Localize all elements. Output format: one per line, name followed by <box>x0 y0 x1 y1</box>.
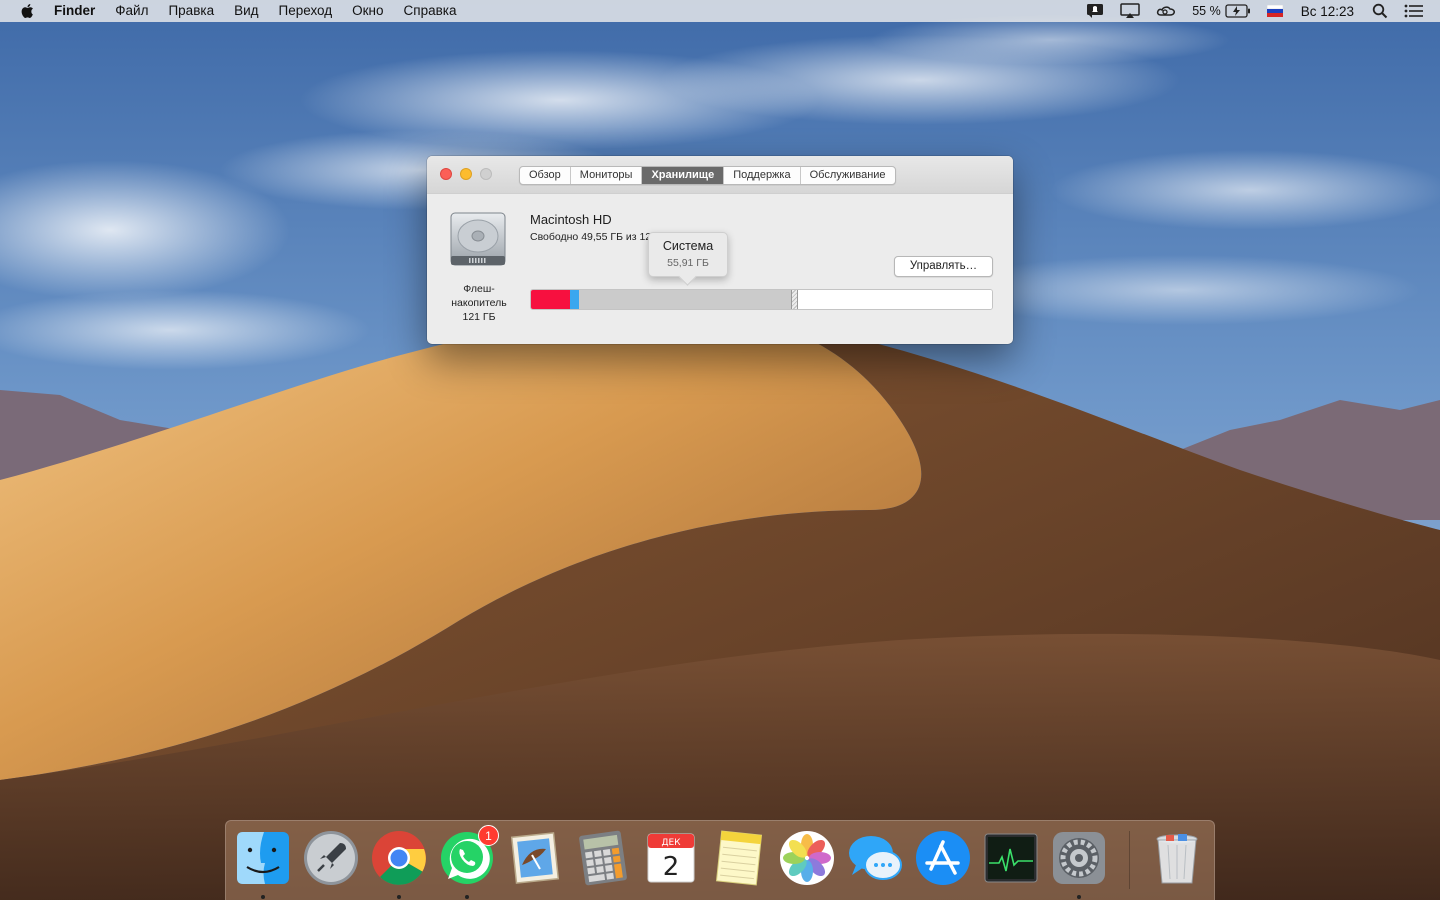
dock-item-calculator[interactable] <box>574 829 632 887</box>
dock-item-whatsapp[interactable]: 1 <box>438 825 499 899</box>
menu-bar: Finder Файл Правка Вид Переход Окно Спра… <box>0 0 1440 22</box>
dock-item-activity-monitor[interactable] <box>982 829 1040 887</box>
launchpad-icon <box>304 831 358 885</box>
storage-segment-apps[interactable] <box>531 290 571 309</box>
storage-segment-other[interactable] <box>790 290 799 309</box>
storage-tooltip: Система 55,91 ГБ <box>648 232 728 277</box>
dock-item-calendar[interactable]: ДЕК 2 <box>642 829 700 887</box>
tooltip-value: 55,91 ГБ <box>667 257 709 269</box>
menu-file[interactable]: Файл <box>105 0 158 22</box>
dock-item-finder[interactable] <box>234 829 292 899</box>
battery-percent: 55 % <box>1192 4 1221 18</box>
chrome-icon <box>372 831 426 885</box>
menu-help[interactable]: Справка <box>394 0 467 22</box>
running-indicator <box>465 895 469 899</box>
messages-icon <box>849 836 902 880</box>
dock-item-chrome[interactable] <box>370 829 428 899</box>
running-indicator <box>261 895 265 899</box>
photos-icon <box>780 831 834 885</box>
dock-item-photos[interactable] <box>778 829 836 887</box>
creative-cloud-icon[interactable] <box>1156 0 1176 22</box>
running-indicator <box>1077 895 1081 899</box>
spotlight-icon[interactable] <box>1372 0 1388 22</box>
dock-item-launchpad[interactable] <box>302 829 360 887</box>
airplay-icon[interactable] <box>1120 0 1140 22</box>
mail-icon <box>510 832 560 884</box>
disk-type-line1: Флеш- <box>463 283 495 295</box>
manage-button[interactable]: Управлять… <box>894 256 993 277</box>
appstore-icon <box>916 831 970 885</box>
dock-item-notes[interactable] <box>710 829 768 887</box>
close-button[interactable] <box>440 168 452 180</box>
dock-item-trash[interactable] <box>1148 829 1206 887</box>
tab-displays[interactable]: Мониторы <box>571 167 643 184</box>
system-preferences-icon <box>1053 832 1105 884</box>
activity-monitor-icon <box>984 833 1038 883</box>
desktop-wallpaper <box>0 0 1440 900</box>
calendar-icon: ДЕК 2 <box>647 833 695 883</box>
dock-item-appstore[interactable] <box>914 829 972 887</box>
storage-segment-docs[interactable] <box>570 290 579 309</box>
window-titlebar[interactable]: Обзор Мониторы Хранилище Поддержка Обслу… <box>427 156 1013 194</box>
menu-view[interactable]: Вид <box>224 0 268 22</box>
storage-segment-free <box>798 290 992 309</box>
menu-finder[interactable]: Finder <box>46 0 105 22</box>
apple-menu-icon[interactable] <box>20 3 34 19</box>
dock-item-system-preferences[interactable] <box>1050 829 1108 899</box>
battery-icon[interactable] <box>1225 4 1251 18</box>
notification-icon[interactable] <box>1086 0 1104 22</box>
flag-ru-icon[interactable] <box>1266 0 1283 22</box>
notification-center-icon[interactable] <box>1404 0 1424 22</box>
dock: 1 ДЕК 2 <box>225 820 1215 900</box>
disk-label: Флеш- накопитель 121 ГБ <box>439 282 519 324</box>
notification-badge: 1 <box>478 825 499 846</box>
battery-status: 55 % <box>1192 0 1251 22</box>
tab-storage[interactable]: Хранилище <box>642 167 725 184</box>
disk-type-line2: накопитель <box>451 297 507 309</box>
calendar-day: 2 <box>663 852 680 882</box>
running-indicator <box>397 895 401 899</box>
notes-icon <box>715 830 763 886</box>
finder-icon <box>237 832 289 884</box>
tab-overview[interactable]: Обзор <box>520 167 571 184</box>
disk-capacity: 121 ГБ <box>462 311 496 323</box>
menu-window[interactable]: Окно <box>342 0 393 22</box>
segmented-tabs: Обзор Мониторы Хранилище Поддержка Обслу… <box>519 166 896 185</box>
dock-separator <box>1129 831 1130 889</box>
menu-go[interactable]: Переход <box>269 0 343 22</box>
zoom-button[interactable] <box>480 168 492 180</box>
minimize-button[interactable] <box>460 168 472 180</box>
tooltip-title: Система <box>662 239 714 253</box>
about-this-mac-window: Обзор Мониторы Хранилище Поддержка Обслу… <box>427 156 1013 344</box>
hard-drive-icon <box>450 212 506 266</box>
dock-item-messages[interactable] <box>846 829 904 887</box>
storage-pane: Флеш- накопитель 121 ГБ Macintosh HD Сво… <box>427 194 1013 343</box>
storage-segment-system[interactable] <box>578 290 791 309</box>
menu-edit[interactable]: Правка <box>158 0 224 22</box>
window-controls <box>440 168 492 180</box>
disk-name: Macintosh HD <box>530 212 612 227</box>
calendar-month: ДЕК <box>661 838 681 848</box>
tab-service[interactable]: Обслуживание <box>801 167 895 184</box>
disk-free-space: Свободно 49,55 ГБ из 121, <box>530 231 660 243</box>
dock-item-mail[interactable] <box>506 829 564 887</box>
calculator-icon <box>579 830 627 886</box>
trash-icon <box>1156 834 1198 884</box>
storage-bar <box>530 289 993 310</box>
clock[interactable]: Вс 12:23 <box>1301 4 1354 19</box>
tab-support[interactable]: Поддержка <box>724 167 801 184</box>
status-area: 55 % Вс 12:23 <box>1078 0 1440 22</box>
